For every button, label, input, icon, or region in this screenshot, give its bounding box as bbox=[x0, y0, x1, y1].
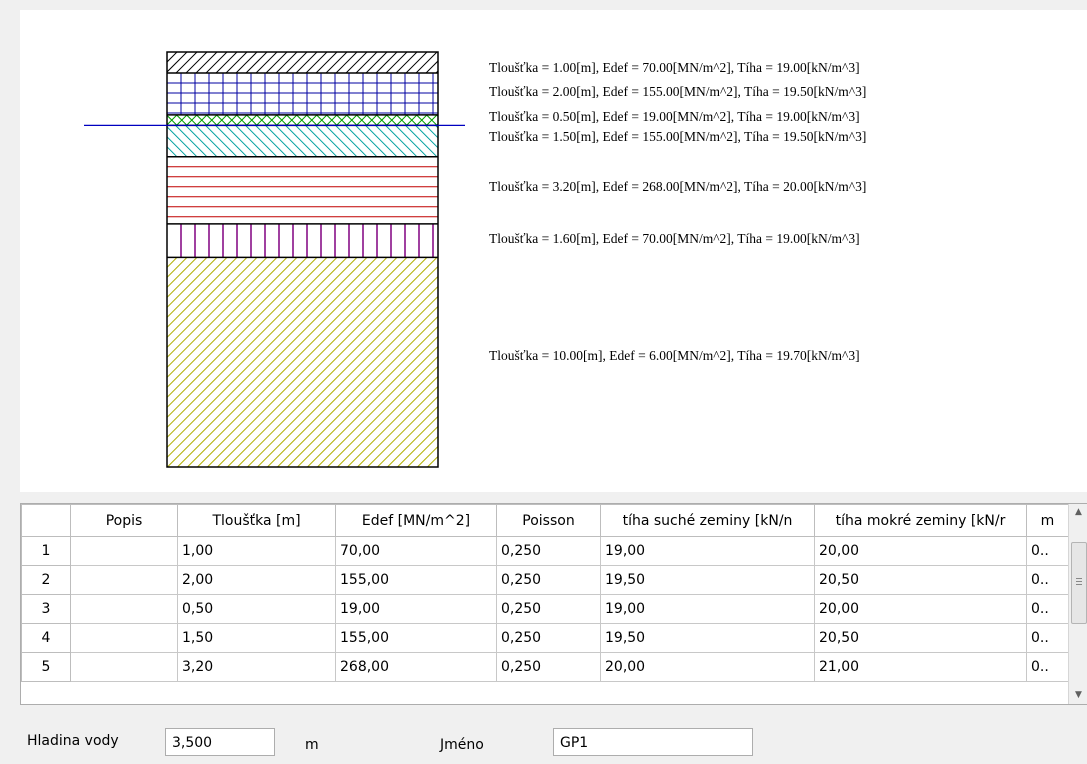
table-cell[interactable]: 0.. bbox=[1026, 565, 1069, 595]
table-row[interactable]: 3 0,50 19,00 0,250 19,00 20,00 0.. bbox=[21, 594, 1069, 624]
row-number[interactable]: 1 bbox=[21, 536, 71, 566]
scroll-down-arrow-icon[interactable]: ▼ bbox=[1069, 687, 1087, 704]
soil-profile-panel: Tloušťka = 1.00[m], Edef = 70.00[MN/m^2]… bbox=[20, 10, 1087, 492]
table-cell[interactable]: 19,50 bbox=[600, 565, 815, 595]
table-row[interactable]: 1 1,00 70,00 0,250 19,00 20,00 0.. bbox=[21, 536, 1069, 566]
column-header[interactable]: Tloušťka [m] bbox=[177, 504, 336, 537]
scroll-thumb[interactable] bbox=[1071, 542, 1087, 624]
table-cell[interactable]: 155,00 bbox=[335, 623, 497, 653]
table-row[interactable]: 5 3,20 268,00 0,250 20,00 21,00 0.. bbox=[21, 652, 1069, 682]
table-cell[interactable] bbox=[70, 565, 178, 595]
row-number[interactable]: 5 bbox=[21, 652, 71, 682]
table-cell[interactable]: 20,50 bbox=[814, 565, 1027, 595]
water-level-label: Hladina vody bbox=[27, 733, 119, 749]
water-level-unit: m bbox=[305, 737, 319, 753]
table-cell[interactable]: 0,250 bbox=[496, 623, 601, 653]
layer-label: Tloušťka = 10.00[m], Edef = 6.00[MN/m^2]… bbox=[489, 348, 860, 363]
layer-label: Tloušťka = 1.60[m], Edef = 70.00[MN/m^2]… bbox=[489, 231, 860, 246]
table-cell[interactable]: 0.. bbox=[1026, 536, 1069, 566]
layers-table: Popis Tloušťka [m] Edef [MN/m^2] Poisson tíh… bbox=[21, 504, 1069, 682]
soil-profile-drawing bbox=[84, 51, 465, 468]
column-header[interactable]: tíha suché zeminy [kN/n bbox=[600, 504, 815, 537]
table-cell[interactable]: 0,250 bbox=[496, 594, 601, 624]
row-number[interactable]: 3 bbox=[21, 594, 71, 624]
table-cell[interactable] bbox=[70, 652, 178, 682]
table-cell[interactable]: 0.. bbox=[1026, 652, 1069, 682]
layer-label: Tloušťka = 2.00[m], Edef = 155.00[MN/m^2… bbox=[489, 84, 867, 99]
table-cell[interactable]: 19,00 bbox=[600, 536, 815, 566]
table-cell[interactable]: 19,00 bbox=[335, 594, 497, 624]
layer-label: Tloušťka = 1.00[m], Edef = 70.00[MN/m^2]… bbox=[489, 60, 860, 75]
table-cell[interactable]: 0,250 bbox=[496, 652, 601, 682]
table-row[interactable]: 4 1,50 155,00 0,250 19,50 20,50 0.. bbox=[21, 623, 1069, 653]
soil-layer bbox=[167, 125, 438, 157]
column-header[interactable]: m bbox=[1026, 504, 1069, 537]
row-number[interactable]: 2 bbox=[21, 565, 71, 595]
table-cell[interactable]: 0,250 bbox=[496, 565, 601, 595]
column-header[interactable]: Edef [MN/m^2] bbox=[335, 504, 497, 537]
soil-layer bbox=[167, 114, 438, 126]
table-cell[interactable]: 0,50 bbox=[177, 594, 336, 624]
table-cell[interactable]: 70,00 bbox=[335, 536, 497, 566]
column-header[interactable]: Popis bbox=[70, 504, 178, 537]
soil-layer bbox=[167, 166, 438, 218]
table-cell[interactable]: 21,00 bbox=[814, 652, 1027, 682]
column-header[interactable]: Poisson bbox=[496, 504, 601, 537]
table-cell[interactable]: 20,00 bbox=[814, 594, 1027, 624]
soil-layer bbox=[180, 223, 434, 258]
soil-layer bbox=[167, 52, 438, 73]
water-level-input[interactable]: 3,500 bbox=[165, 728, 275, 756]
table-cell[interactable]: 20,00 bbox=[814, 536, 1027, 566]
table-cell[interactable]: 268,00 bbox=[335, 652, 497, 682]
table-cell[interactable]: 0,250 bbox=[496, 536, 601, 566]
name-label: Jméno bbox=[440, 737, 484, 753]
soil-layer bbox=[167, 72, 438, 115]
table-cell[interactable]: 20,50 bbox=[814, 623, 1027, 653]
table-header-row: Popis Tloušťka [m] Edef [MN/m^2] Poisson tíh… bbox=[21, 504, 1069, 537]
table-cell[interactable] bbox=[70, 594, 178, 624]
corner-cell bbox=[21, 504, 71, 537]
table-cell[interactable]: 3,20 bbox=[177, 652, 336, 682]
row-number[interactable]: 4 bbox=[21, 623, 71, 653]
column-header[interactable]: tíha mokré zeminy [kN/r bbox=[814, 504, 1027, 537]
scroll-up-arrow-icon[interactable]: ▲ bbox=[1069, 504, 1087, 521]
table-cell[interactable]: 0.. bbox=[1026, 623, 1069, 653]
table-cell[interactable]: 0.. bbox=[1026, 594, 1069, 624]
table-cell[interactable]: 1,50 bbox=[177, 623, 336, 653]
vertical-scrollbar[interactable]: ▲ ▼ bbox=[1068, 504, 1087, 704]
table-cell[interactable] bbox=[70, 536, 178, 566]
table-cell[interactable]: 20,00 bbox=[600, 652, 815, 682]
table-cell[interactable]: 155,00 bbox=[335, 565, 497, 595]
table-cell[interactable] bbox=[70, 623, 178, 653]
table-cell[interactable]: 19,00 bbox=[600, 594, 815, 624]
table-cell[interactable]: 2,00 bbox=[177, 565, 336, 595]
layer-label: Tloušťka = 0.50[m], Edef = 19.00[MN/m^2]… bbox=[489, 109, 860, 124]
table-row[interactable]: 2 2,00 155,00 0,250 19,50 20,50 0.. bbox=[21, 565, 1069, 595]
layer-label: Tloušťka = 3.20[m], Edef = 268.00[MN/m^2… bbox=[489, 179, 867, 194]
layers-grid[interactable]: Popis Tloušťka [m] Edef [MN/m^2] Poisson tíh… bbox=[20, 503, 1087, 705]
table-cell[interactable]: 19,50 bbox=[600, 623, 815, 653]
name-input[interactable]: GP1 bbox=[553, 728, 753, 756]
table-cell[interactable]: 1,00 bbox=[177, 536, 336, 566]
layer-label: Tloušťka = 1.50[m], Edef = 155.00[MN/m^2… bbox=[489, 129, 867, 144]
